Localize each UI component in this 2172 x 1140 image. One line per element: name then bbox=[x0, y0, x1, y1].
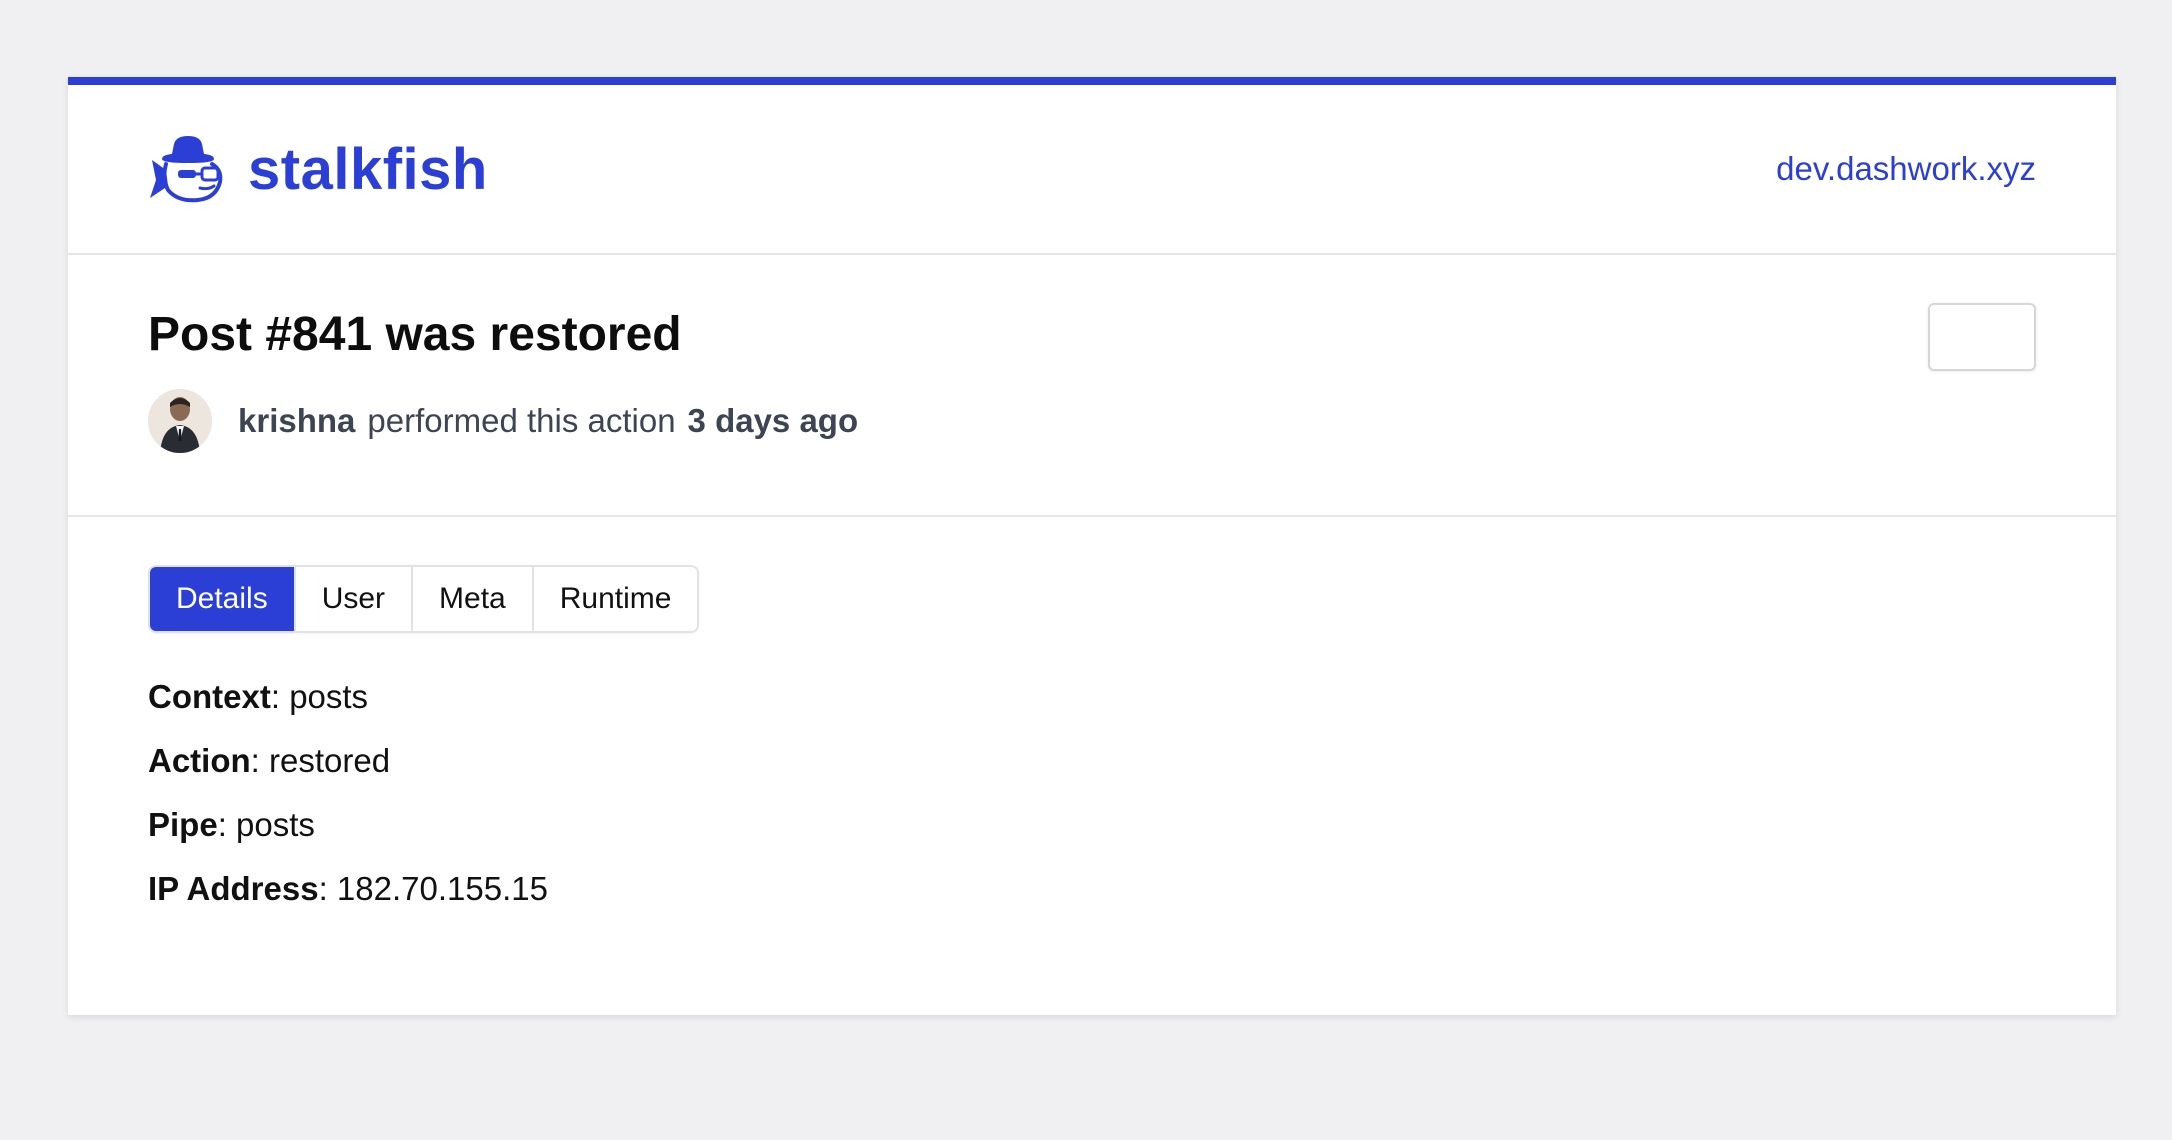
details-section: Details User Meta Runtime Context: posts… bbox=[68, 517, 2116, 909]
tab-group: Details User Meta Runtime bbox=[148, 565, 700, 633]
detail-value: posts bbox=[236, 806, 315, 843]
brand-name: stalkfish bbox=[248, 136, 488, 202]
detail-value: 182.70.155.15 bbox=[336, 870, 548, 907]
detail-ip-address: IP Address: 182.70.155.15 bbox=[148, 870, 548, 907]
brand[interactable]: stalkfish bbox=[148, 134, 488, 204]
detail-label: Context bbox=[148, 678, 271, 715]
event-summary: Post #841 was restored krishna performed… bbox=[68, 255, 2116, 517]
detail-label: Pipe bbox=[148, 806, 218, 843]
actor-line: krishna performed this action 3 days ago bbox=[148, 389, 2036, 453]
detail-label: IP Address bbox=[148, 870, 319, 907]
time-ago: 3 days ago bbox=[687, 402, 859, 439]
detail-context: Context: posts bbox=[148, 678, 369, 715]
card-header: stalkfish dev.dashwork.xyz bbox=[68, 85, 2116, 255]
detail-value: posts bbox=[289, 678, 369, 715]
detail-label: Action bbox=[148, 742, 251, 779]
tab-runtime[interactable]: Runtime bbox=[533, 567, 698, 631]
detail-value: restored bbox=[269, 742, 391, 779]
tab-user[interactable]: User bbox=[295, 567, 414, 631]
activity-card: stalkfish dev.dashwork.xyz Post #841 was… bbox=[68, 77, 2116, 1015]
site-link[interactable]: dev.dashwork.xyz bbox=[1776, 150, 2036, 188]
detective-fish-logo-icon bbox=[150, 136, 223, 203]
details-list: Context: posts Action: restored Pipe: po… bbox=[148, 677, 2036, 909]
detail-pipe: Pipe: posts bbox=[148, 806, 315, 843]
tab-details[interactable]: Details bbox=[150, 567, 296, 631]
event-title: Post #841 was restored bbox=[148, 308, 682, 361]
action-text: performed this action bbox=[367, 402, 676, 439]
actor-name[interactable]: krishna bbox=[238, 402, 355, 440]
tab-meta[interactable]: Meta bbox=[413, 567, 534, 631]
avatar bbox=[148, 389, 212, 453]
action-button[interactable] bbox=[1928, 303, 2036, 371]
detail-action: Action: restored bbox=[148, 742, 391, 779]
